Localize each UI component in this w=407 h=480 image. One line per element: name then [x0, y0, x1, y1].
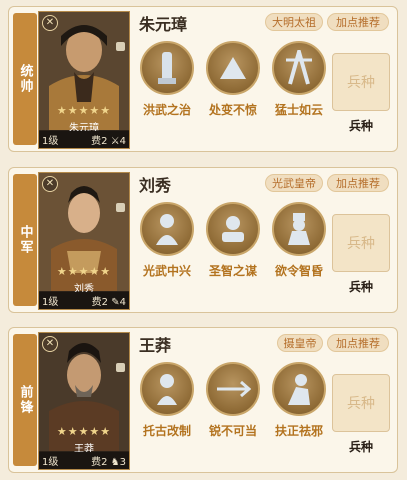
skill-name: 锐不可当	[208, 424, 257, 438]
hero-name: 刘秀	[139, 176, 172, 195]
close-icon[interactable]: ✕	[42, 15, 58, 31]
weapon-icon: ⚔	[110, 136, 120, 147]
hero-level: 1级	[42, 136, 59, 147]
skill-name: 光武中兴	[142, 264, 191, 278]
skill-icon	[206, 202, 260, 256]
troop-slot[interactable]: 兵种	[332, 53, 390, 111]
hero-level: 1级	[42, 457, 59, 468]
hero-panel: 前锋 ✕ ★★★★★ 王莽 1级 费2 ♞3 王莽 摄皇帝 加点推荐 托古改制 …	[8, 327, 398, 473]
hero-title-badge: 大明太祖	[265, 13, 323, 31]
skill-slot[interactable]: 锐不可当	[203, 362, 263, 439]
skill-icon	[140, 41, 194, 95]
hero-cost: 费2 ✎4	[91, 297, 126, 308]
card-info-bar: 1级 费2 ⚔4	[39, 131, 129, 148]
skill-slot[interactable]: 洪武之治	[137, 41, 197, 118]
card-info-bar: 1级 费2 ♞3	[39, 452, 129, 469]
troop-slot[interactable]: 兵种	[332, 214, 390, 272]
hero-level: 1级	[42, 297, 59, 308]
hero-panel: 统帅 ✕ ★★★★★ 朱元璋 1级 费2 ⚔4 朱元璋 大明太祖 加点推荐 洪武…	[8, 6, 398, 152]
hero-cost: 费2 ♞3	[91, 457, 126, 468]
hero-card[interactable]: ✕ ★★★★★ 朱元璋 1级 费2 ⚔4	[38, 11, 130, 149]
close-icon[interactable]: ✕	[42, 176, 58, 192]
skill-name: 扶正祛邪	[274, 424, 323, 438]
skill-slot[interactable]: 处变不惊	[203, 41, 263, 118]
troop-slot[interactable]: 兵种	[332, 374, 390, 432]
close-icon[interactable]: ✕	[42, 336, 58, 352]
skill-icon	[272, 41, 326, 95]
recommend-button[interactable]: 加点推荐	[327, 174, 389, 192]
skill-icon	[272, 202, 326, 256]
troop-label: 兵种	[348, 280, 373, 294]
skill-slot[interactable]: 圣智之谋	[203, 202, 263, 279]
hero-card[interactable]: ✕ ★★★★★ 刘秀 1级 费2 ✎4	[38, 172, 130, 310]
skill-slot[interactable]: 光武中兴	[137, 202, 197, 279]
skill-name: 托古改制	[142, 424, 191, 438]
skill-icon	[140, 362, 194, 416]
troop-label: 兵种	[348, 119, 373, 133]
skill-icon	[206, 41, 260, 95]
hero-title-badge: 光武皇帝	[265, 174, 323, 192]
star-rating: ★★★★★	[56, 265, 112, 278]
skill-slot[interactable]: 欲令智昏	[269, 202, 329, 279]
skill-icon	[206, 362, 260, 416]
side-marker-icon	[116, 42, 125, 51]
skill-slot[interactable]: 猛士如云	[269, 41, 329, 118]
hero-title-badge: 摄皇帝	[277, 334, 323, 352]
hero-card[interactable]: ✕ ★★★★★ 王莽 1级 费2 ♞3	[38, 332, 130, 470]
skill-name: 圣智之谋	[208, 264, 257, 278]
troop-label: 兵种	[348, 440, 373, 454]
card-info-bar: 1级 费2 ✎4	[39, 292, 129, 309]
skill-name: 洪武之治	[142, 103, 191, 117]
skill-name: 猛士如云	[274, 103, 323, 117]
skill-slot[interactable]: 托古改制	[137, 362, 197, 439]
recommend-button[interactable]: 加点推荐	[327, 334, 389, 352]
hero-panel: 中军 ✕ ★★★★★ 刘秀 1级 费2 ✎4 刘秀 光武皇帝 加点推荐 光武中兴…	[8, 167, 398, 313]
position-tab: 中军	[13, 174, 37, 306]
star-rating: ★★★★★	[56, 104, 112, 117]
skill-icon	[272, 362, 326, 416]
recommend-button[interactable]: 加点推荐	[327, 13, 389, 31]
side-marker-icon	[116, 363, 125, 372]
hero-cost: 费2 ⚔4	[91, 136, 126, 147]
position-tab: 统帅	[13, 13, 37, 145]
quill-icon: ✎	[111, 297, 120, 308]
hero-name: 朱元璋	[139, 15, 188, 34]
skill-name: 欲令智昏	[274, 264, 323, 278]
skill-name: 处变不惊	[208, 103, 257, 117]
side-marker-icon	[116, 203, 125, 212]
skill-slot[interactable]: 扶正祛邪	[269, 362, 329, 439]
skill-icon	[140, 202, 194, 256]
hero-name: 王莽	[139, 336, 172, 355]
star-rating: ★★★★★	[56, 425, 112, 438]
horse-icon: ♞	[110, 457, 120, 468]
position-tab: 前锋	[13, 334, 37, 466]
